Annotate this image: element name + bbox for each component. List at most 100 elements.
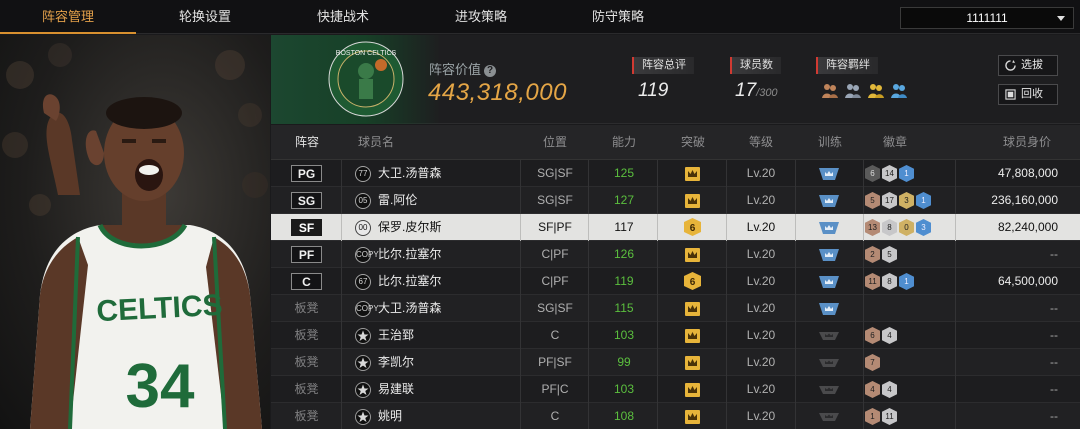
crown-icon[interactable] [684,355,701,371]
column-divider [863,268,864,295]
breakthrough-level-icon[interactable]: 6 [684,272,701,290]
column-divider [657,322,658,349]
jersey-number-icon: 67 [355,274,371,290]
player-name[interactable]: 姚明 [378,403,402,429]
player-name[interactable]: 易建联 [378,376,414,403]
account-dropdown[interactable]: 1111111 [900,7,1074,29]
training-icon[interactable] [819,167,839,181]
col-rating: 能力 [611,135,636,149]
bond-icon-blue[interactable] [890,81,908,99]
training-icon[interactable] [819,194,839,208]
pick-button[interactable]: 选拔 [998,55,1058,76]
breakthrough-level-icon[interactable]: 6 [684,218,701,236]
recycle-icon [1005,89,1016,100]
player-name[interactable]: 大卫.汤普森 [378,295,441,322]
jersey-number-icon: 00 [355,220,371,236]
player-name[interactable]: 保罗.皮尔斯 [378,214,441,241]
player-worth: -- [1050,355,1058,369]
overall-rating-label: 阵容总评 [632,57,694,74]
column-divider [955,403,956,429]
column-divider [795,241,796,268]
player-name[interactable]: 李凯尔 [378,349,414,376]
help-icon[interactable]: ? [484,64,497,77]
column-divider [341,241,342,268]
recycle-button[interactable]: 回收 [998,84,1058,105]
tab-defense[interactable]: 防守策略 [583,0,653,34]
crown-icon[interactable] [684,409,701,425]
bond-icon-gold[interactable] [867,81,885,99]
tab-quick-tactics[interactable]: 快捷战术 [308,0,378,34]
player-level: Lv.20 [746,193,776,207]
player-position: PF|SF [538,355,572,369]
badge-icon: 2 [865,246,880,263]
crown-icon[interactable] [684,193,701,209]
player-worth: -- [1050,301,1058,315]
player-rating: 127 [613,193,635,207]
chevron-down-icon [1057,16,1065,21]
jersey-number-icon: 05 [355,193,371,209]
column-divider [795,376,796,403]
player-rating: 103 [613,382,635,396]
col-lineup: 阵容 [294,135,319,149]
training-icon[interactable] [819,383,839,397]
jersey-number-icon: 77 [355,166,371,182]
column-divider [795,187,796,214]
table-row[interactable]: 板凳 易建联 PF|C 103 Lv.20 4 4 -- [271,376,1080,403]
column-divider [657,268,658,295]
column-divider [520,349,521,376]
player-rating: 125 [613,166,635,180]
badge-icon: 3 [899,192,914,209]
table-row[interactable]: SF 00 保罗.皮尔斯 SF|PF 117 6 Lv.20 13 8 0 3 82,240,000 [271,214,1080,241]
bench-label: 板凳 [294,328,319,342]
column-divider [863,187,864,214]
player-level: Lv.20 [746,274,776,288]
player-name[interactable]: 王治郅 [378,322,414,349]
table-row[interactable]: SG 05 雷.阿伦 SG|SF 127 Lv.20 5 17 3 1 236,160,000 [271,187,1080,214]
tab-lineup[interactable]: 阵容管理 [0,0,136,34]
table-row[interactable]: PF COPY 比尔.拉塞尔 C|PF 126 Lv.20 2 5 -- [271,241,1080,268]
training-icon[interactable] [819,302,839,316]
player-name[interactable]: 比尔.拉塞尔 [378,268,441,295]
player-position: SG|SF [537,166,573,180]
player-name[interactable]: 雷.阿伦 [378,187,417,214]
col-badges: 徽章 [882,135,907,149]
crown-icon[interactable] [684,247,701,263]
crown-icon[interactable] [684,382,701,398]
training-icon[interactable] [819,410,839,424]
training-icon[interactable] [819,329,839,343]
star-icon [355,328,371,344]
player-position: C|PF [541,274,569,288]
column-divider [863,349,864,376]
tab-offense[interactable]: 进攻策略 [446,0,516,34]
player-level: Lv.20 [746,301,776,315]
badge-icon: 1 [865,408,880,425]
table-row[interactable]: 板凳 姚明 C 108 Lv.20 1 11 -- [271,403,1080,429]
table-row[interactable]: 板凳 王治郅 C 103 Lv.20 6 4 -- [271,322,1080,349]
badge-icon: 6 [865,165,880,182]
col-breakthrough: 突破 [680,135,705,149]
table-row[interactable]: 板凳 李凯尔 PF|SF 99 Lv.20 7 -- [271,349,1080,376]
badge-icon: 5 [865,192,880,209]
column-divider [955,349,956,376]
table-row[interactable]: PG 77 大卫.汤普森 SG|SF 125 Lv.20 6 14 1 47,808,000 [271,160,1080,187]
crown-icon[interactable] [684,166,701,182]
crown-icon[interactable] [684,328,701,344]
training-icon[interactable] [819,356,839,370]
table-row[interactable]: 板凳 COPY 大卫.汤普森 SG|SF 115 Lv.20 -- [271,295,1080,322]
player-count-label: 球员数 [730,57,781,74]
bond-icon-bronze[interactable] [821,81,839,99]
training-icon[interactable] [819,221,839,235]
player-name[interactable]: 大卫.汤普森 [378,160,441,187]
table-row[interactable]: C 67 比尔.拉塞尔 C|PF 119 6 Lv.20 11 8 1 64,500,000 [271,268,1080,295]
training-icon[interactable] [819,275,839,289]
column-divider [341,403,342,429]
column-divider [726,187,727,214]
player-name[interactable]: 比尔.拉塞尔 [378,241,441,268]
tab-rotation[interactable]: 轮换设置 [170,0,240,34]
crown-icon[interactable] [684,301,701,317]
badge-icon: 4 [865,381,880,398]
player-rating: 117 [614,220,634,234]
bond-icon-silver[interactable] [844,81,862,99]
star-icon [355,355,371,371]
training-icon[interactable] [819,248,839,262]
